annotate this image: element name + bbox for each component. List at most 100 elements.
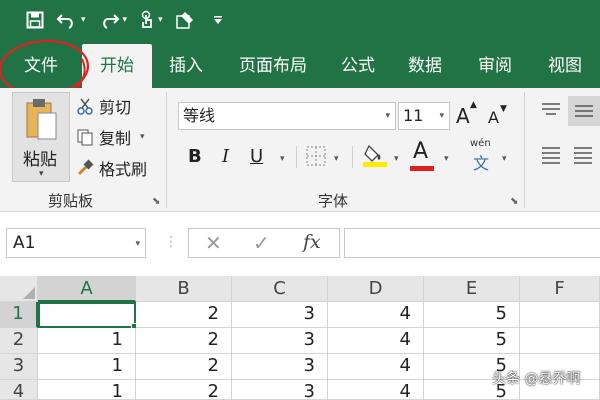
copy-label: 复制 (99, 129, 132, 148)
column-header[interactable]: E (424, 276, 520, 302)
format-painter-icon (76, 159, 94, 177)
form-icon[interactable] (175, 10, 197, 30)
customize-icon[interactable] (213, 15, 223, 25)
underline-button[interactable]: U (250, 146, 263, 167)
tab-home[interactable]: 开始 (82, 44, 152, 88)
column-header[interactable]: D (328, 276, 424, 302)
row-header[interactable]: 1 (0, 302, 38, 328)
selected-cell-a1[interactable] (38, 302, 136, 328)
tab-formulas[interactable]: 公式 (326, 44, 390, 88)
chevron-down-icon[interactable]: ▾ (334, 154, 339, 164)
shrink-font-arrow-icon: ▼ (500, 104, 507, 114)
column-header[interactable]: C (232, 276, 328, 302)
table-cell[interactable]: 1 (38, 380, 136, 400)
font-size-value: 11 (403, 106, 424, 125)
tab-page-layout[interactable]: 页面布局 (220, 44, 326, 88)
format-painter-label: 格式刷 (99, 160, 148, 179)
italic-button[interactable]: I (222, 146, 229, 167)
tab-file[interactable]: 文件 (0, 44, 82, 88)
table-cell[interactable]: 2 (136, 302, 232, 328)
chevron-down-icon[interactable]: ▾ (280, 154, 285, 164)
table-cell[interactable]: 4 (328, 302, 424, 328)
table-cell[interactable]: 1 (38, 354, 136, 380)
table-cell[interactable]: 4 (328, 328, 424, 354)
clipboard-group-label: 剪贴板 (48, 192, 94, 210)
tab-insert[interactable]: 插入 (152, 44, 220, 88)
phonetic-guide-top: wén (470, 138, 491, 149)
copy-icon (76, 128, 94, 146)
table-cell[interactable] (520, 328, 600, 354)
table-cell[interactable]: 3 (232, 380, 328, 400)
row-header[interactable]: 3 (0, 354, 38, 380)
separator (352, 146, 353, 168)
table-cell[interactable]: 3 (232, 354, 328, 380)
dialog-launcher-icon[interactable]: ⬊ (152, 196, 160, 207)
chevron-down-icon[interactable]: ▾ (81, 15, 86, 25)
row-header[interactable]: 2 (0, 328, 38, 354)
bold-button[interactable]: B (188, 146, 202, 167)
excel-window: ▾ ▾ ▾ 文件 开始 插入 页面布局 公式 数据 审阅 视图 粘贴 ▾ 剪切 … (0, 0, 600, 400)
font-size-select[interactable]: 11 ▾ (398, 102, 450, 130)
borders-icon[interactable] (306, 146, 326, 171)
paste-button[interactable]: 粘贴 ▾ (12, 92, 70, 182)
paste-icon (26, 99, 57, 140)
table-cell[interactable]: 1 (38, 328, 136, 354)
align-middle-button[interactable] (568, 96, 600, 126)
undo-icon[interactable]: ▾ (56, 11, 86, 29)
select-all-corner[interactable] (0, 276, 38, 302)
font-color-swatch (410, 166, 434, 171)
table-cell[interactable]: 2 (136, 380, 232, 400)
table-cell[interactable]: 5 (424, 302, 520, 328)
fill-color-icon[interactable] (362, 142, 388, 173)
align-top-icon[interactable] (540, 102, 562, 122)
table-cell[interactable]: 2 (136, 328, 232, 354)
chevron-down-icon[interactable]: ▾ (39, 169, 44, 179)
table-cell[interactable]: 4 (328, 380, 424, 400)
tab-review[interactable]: 审阅 (460, 44, 530, 88)
cut-button[interactable]: 剪切 (76, 94, 131, 118)
table-cell[interactable]: 3 (232, 328, 328, 354)
dialog-launcher-icon[interactable]: ⬊ (510, 196, 518, 207)
chevron-down-icon[interactable]: ▾ (123, 15, 128, 25)
column-header[interactable]: F (520, 276, 600, 302)
watermark: 头条 @悬乔啊 (492, 371, 581, 387)
tab-view[interactable]: 视图 (530, 44, 600, 88)
table-cell[interactable]: 2 (136, 354, 232, 380)
column-header[interactable]: B (136, 276, 232, 302)
cancel-icon[interactable]: ✕ (205, 231, 222, 255)
scissors-icon (76, 97, 94, 115)
column-header[interactable]: A (38, 276, 136, 302)
save-icon[interactable] (26, 11, 44, 29)
chevron-down-icon[interactable]: ▾ (140, 132, 145, 142)
table-cell[interactable]: 5 (424, 328, 520, 354)
align-left-icon[interactable] (540, 146, 562, 168)
chevron-down-icon[interactable]: ▾ (444, 154, 449, 164)
phonetic-guide-button[interactable]: 文 (473, 150, 489, 174)
shrink-font-button[interactable]: A (488, 108, 499, 127)
font-name-select[interactable]: 等线 ▾ (178, 102, 396, 130)
grow-font-button[interactable]: A (456, 104, 470, 128)
copy-button[interactable]: 复制 ▾ (76, 125, 145, 149)
chevron-down-icon[interactable]: ▾ (502, 154, 507, 164)
chevron-down-icon[interactable]: ▾ (439, 103, 444, 129)
font-color-button[interactable]: A (413, 138, 428, 166)
align-center-icon[interactable] (572, 146, 594, 168)
table-cell[interactable] (520, 302, 600, 328)
tab-data[interactable]: 数据 (390, 44, 460, 88)
formula-bar-splitter-icon[interactable]: ⋮ (164, 234, 178, 250)
row-header[interactable]: 4 (0, 380, 38, 400)
formula-input[interactable] (344, 228, 600, 258)
insert-function-button[interactable]: fx (303, 231, 321, 253)
enter-icon[interactable]: ✓ (253, 231, 270, 255)
format-painter-button[interactable]: 格式刷 (76, 156, 147, 180)
table-cell[interactable]: 3 (232, 302, 328, 328)
table-cell[interactable]: 4 (328, 354, 424, 380)
chevron-down-icon[interactable]: ▾ (135, 230, 140, 258)
touch-mode-icon[interactable]: ▾ (139, 10, 163, 30)
redo-icon[interactable]: ▾ (98, 11, 128, 29)
chevron-down-icon[interactable]: ▾ (385, 103, 390, 129)
cut-label: 剪切 (99, 98, 132, 117)
chevron-down-icon[interactable]: ▾ (158, 15, 163, 25)
name-box[interactable]: A1 ▾ (6, 228, 146, 258)
chevron-down-icon[interactable]: ▾ (394, 154, 399, 164)
